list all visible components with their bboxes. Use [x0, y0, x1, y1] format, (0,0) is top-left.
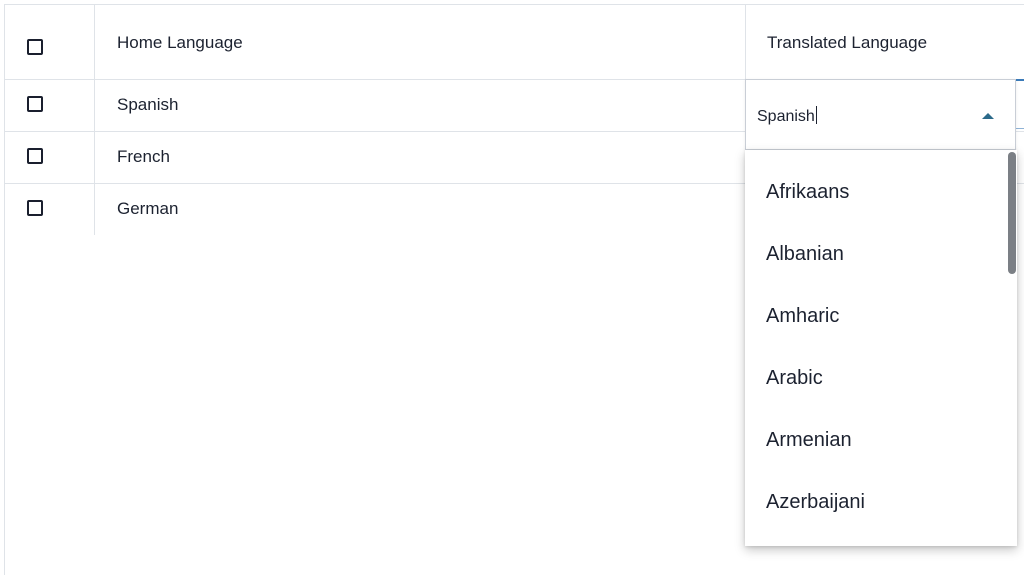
row-checkbox[interactable] [27, 200, 43, 216]
menu-option[interactable]: Albanian [766, 243, 844, 266]
scrollbar-thumb[interactable] [1008, 152, 1016, 274]
row-checkbox[interactable] [27, 96, 43, 112]
language-options-menu: Afrikaans Albanian Amharic Arabic Armeni… [745, 150, 1017, 546]
column-header-home-language[interactable]: Home Language [117, 33, 243, 53]
focus-accent [1016, 79, 1024, 81]
translated-language-input[interactable]: Spanish [757, 106, 967, 126]
row-checkbox-cell [5, 184, 95, 235]
translated-language-combobox[interactable]: Spanish [745, 79, 1016, 150]
row-home-language: German [117, 199, 179, 218]
menu-option[interactable]: Arabic [766, 367, 823, 390]
menu-option[interactable]: Amharic [766, 305, 839, 328]
column-header-translated-language[interactable]: Translated Language [767, 33, 927, 53]
row-checkbox-cell [5, 80, 95, 131]
header-checkbox-cell [5, 5, 95, 79]
menu-option[interactable]: Azerbaijani [766, 491, 865, 514]
text-cursor [815, 106, 817, 124]
row-home-language: Spanish [117, 95, 179, 114]
focus-accent [1016, 128, 1024, 129]
row-checkbox-cell [5, 132, 95, 183]
column-header-translated-language-cell: Translated Language [745, 5, 1024, 79]
menu-option[interactable]: Armenian [766, 429, 852, 452]
menu-option[interactable]: Afrikaans [766, 181, 849, 204]
menu-scrollbar[interactable] [1007, 152, 1017, 542]
select-all-checkbox[interactable] [27, 39, 43, 55]
row-checkbox[interactable] [27, 148, 43, 164]
triangle-up-icon[interactable] [982, 113, 994, 119]
table-header-row: Home Language Translated Language [5, 5, 1024, 80]
translated-language-input-value: Spanish [757, 108, 815, 125]
row-home-language: French [117, 147, 170, 166]
